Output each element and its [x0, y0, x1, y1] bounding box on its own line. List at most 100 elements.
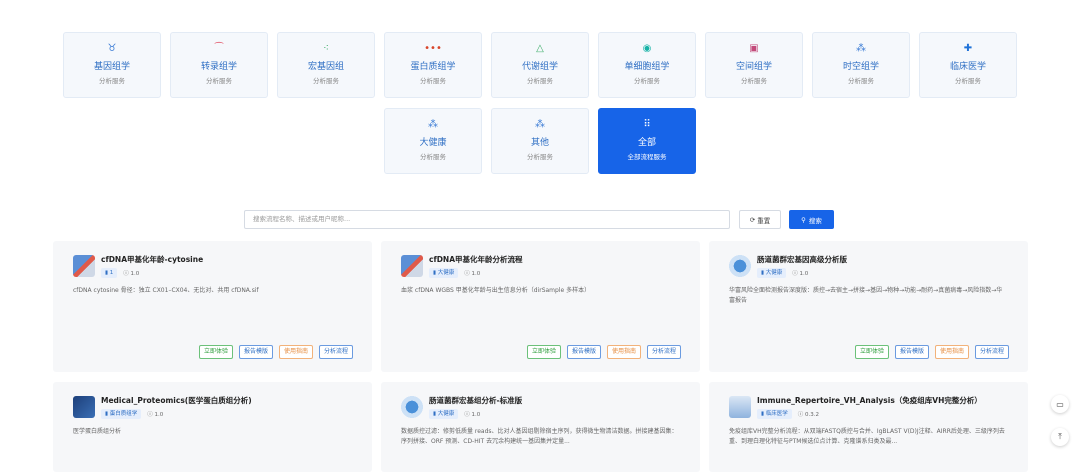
- category-other[interactable]: ⁂ 其他 分析服务: [491, 108, 589, 174]
- version-number: 1.0: [471, 412, 481, 418]
- workflow-card-grid: cfDNA甲基化年龄-cytosine ▮ 1 ⓘ 1.0 cfDNA cytosin…: [53, 241, 1028, 472]
- workflow-card[interactable]: 肠道菌群宏基因高级分析版 ▮ 大健康 ⓘ 1.0 华富风险全面检测报告深度版：质控→去…: [709, 241, 1028, 372]
- card-description: 免疫组库VH完整分析流程：从双端FASTQ质控与合并、IgBLAST V(D)J…: [729, 428, 1005, 445]
- card-header: 肠道菌群宏基组分析-标准版 ▮ 大健康 ⓘ 1.0: [401, 396, 680, 419]
- tag-label: 大健康: [765, 270, 783, 276]
- category-tag: ▮ 大健康: [429, 268, 459, 278]
- version: ⓘ 1.0: [464, 269, 480, 277]
- try-now-button[interactable]: 立即体验: [526, 345, 561, 359]
- category-cell[interactable]: ◉ 单细胞组学分析服务: [598, 32, 696, 98]
- try-now-button[interactable]: 立即体验: [854, 345, 889, 359]
- category-metagenome[interactable]: ⁖ 宏基因组分析服务: [277, 32, 375, 98]
- dna-icon: ♉: [107, 43, 117, 54]
- card-meta: ▮ 1 ⓘ 1.0: [101, 268, 203, 278]
- search-input[interactable]: 搜索流程名称、描述或用户昵称...: [244, 210, 730, 229]
- workflow-card[interactable]: 肠道菌群宏基组分析-标准版 ▮ 大健康 ⓘ 1.0 数据质控过滤：修剪低质量 read…: [381, 382, 700, 472]
- analysis-flow-button[interactable]: 分析流程: [318, 345, 353, 359]
- card-title[interactable]: 肠道菌群宏基因高级分析版: [757, 255, 847, 265]
- card-heading: 肠道菌群宏基因高级分析版 ▮ 大健康 ⓘ 1.0: [757, 255, 847, 278]
- report-template-button[interactable]: 报告模版: [238, 345, 273, 359]
- category-name: 其他: [530, 138, 549, 148]
- category-health[interactable]: ⁂ 大健康 分析服务: [384, 108, 482, 174]
- category-spatial[interactable]: ▣ 空间组学 分析服务: [705, 32, 803, 98]
- category-subtitle: 分析服务: [527, 153, 553, 161]
- card-title[interactable]: cfDNA甲基化年龄-cytosine: [101, 255, 203, 265]
- bacteria-icon: [401, 396, 423, 418]
- card-title[interactable]: Medical_Proteomics(医学蛋白质组分析): [101, 396, 252, 406]
- category-grid[interactable]: ⠿ 全部 全部流程服务: [598, 108, 696, 174]
- search-label: 搜索: [808, 216, 822, 225]
- version-number: 0.3.2: [805, 412, 820, 418]
- card-header: cfDNA甲基化年龄分析流程 ▮ 大健康 ⓘ 1.0: [401, 255, 680, 278]
- category-spatiotemporal[interactable]: ⁂ 时空组学 分析服务: [812, 32, 910, 98]
- category-medical-cross[interactable]: ✚ 临床医学 分析服务: [919, 32, 1017, 98]
- category-subtitle: 分析服务: [741, 77, 767, 85]
- chat-icon[interactable]: ▭: [1051, 395, 1069, 413]
- card-description: 数据质控过滤：修剪低质量 reads、比对人基因组剔除宿主序列，获得微生物清洁数…: [401, 428, 678, 445]
- analysis-flow-button[interactable]: 分析流程: [974, 345, 1009, 359]
- reset-button[interactable]: ⟳ 重置: [739, 210, 781, 229]
- category-tag: ▮ 1: [101, 268, 118, 278]
- card-title[interactable]: cfDNA甲基化年龄分析流程: [429, 255, 523, 265]
- card-meta: ▮ 蛋白质组学 ⓘ 1.0: [101, 409, 252, 419]
- category-flask[interactable]: △ 代谢组学 分析服务: [491, 32, 589, 98]
- category-transcript[interactable]: ⁀ 转录组学 分析服务: [170, 32, 268, 98]
- card-title[interactable]: 肠道菌群宏基组分析-标准版: [429, 396, 522, 406]
- card-description: 医学蛋白质组分析: [73, 428, 122, 435]
- search-icon: ⚲: [801, 215, 806, 224]
- category-name: 宏基因组: [307, 62, 344, 72]
- card-title[interactable]: Immune_Repertoire_VH_Analysis（免疫组库VH完整分析…: [757, 396, 982, 406]
- category-subtitle: 分析服务: [313, 77, 339, 85]
- category-tag: ▮ 大健康: [429, 409, 459, 419]
- user-guide-button[interactable]: 使用指南: [934, 345, 969, 359]
- spatiotemporal-icon: ⁂: [856, 43, 866, 54]
- protein-icon: •••: [424, 43, 442, 54]
- category-tag: ▮ 蛋白质组学: [101, 409, 142, 419]
- grid-icon: ⠿: [643, 119, 651, 130]
- tag-label: 临床医学: [765, 411, 788, 417]
- user-guide-button[interactable]: 使用指南: [278, 345, 313, 359]
- category-subtitle: 分析服务: [420, 153, 446, 161]
- card-heading: cfDNA甲基化年龄-cytosine ▮ 1 ⓘ 1.0: [101, 255, 203, 278]
- workflow-card[interactable]: cfDNA甲基化年龄-cytosine ▮ 1 ⓘ 1.0 cfDNA cytosin…: [53, 241, 372, 372]
- category-subtitle: 全部流程服务: [627, 153, 667, 161]
- card-meta: ▮ 大健康 ⓘ 1.0: [429, 268, 523, 278]
- card-heading: 肠道菌群宏基组分析-标准版 ▮ 大健康 ⓘ 1.0: [429, 396, 522, 419]
- workflow-card[interactable]: Immune_Repertoire_VH_Analysis（免疫组库VH完整分析…: [709, 382, 1028, 472]
- category-protein[interactable]: ••• 蛋白质组学 分析服务: [384, 32, 482, 98]
- methylation-icon: [73, 255, 95, 277]
- metagenome-icon: ⁖: [323, 43, 329, 54]
- report-template-button[interactable]: 报告模版: [894, 345, 929, 359]
- card-heading: Medical_Proteomics(医学蛋白质组分析) ▮ 蛋白质组学 ⓘ 1.0: [101, 396, 252, 419]
- try-now-button[interactable]: 立即体验: [198, 345, 233, 359]
- transcript-icon: ⁀: [214, 43, 224, 54]
- category-subtitle: 分析服务: [848, 77, 874, 85]
- version: ⓘ 1.0: [464, 410, 480, 418]
- workflow-card[interactable]: Medical_Proteomics(医学蛋白质组分析) ▮ 蛋白质组学 ⓘ 1.0…: [53, 382, 372, 472]
- immune-icon: [729, 396, 751, 418]
- version-number: 1.0: [799, 271, 809, 277]
- search-button[interactable]: ⚲ 搜索: [789, 210, 834, 229]
- card-heading: cfDNA甲基化年龄分析流程 ▮ 大健康 ⓘ 1.0: [429, 255, 523, 278]
- methylation-icon: [401, 255, 423, 277]
- category-dna[interactable]: ♉ 基因组学 分析服务: [63, 32, 161, 98]
- tag-label: 大健康: [437, 270, 455, 276]
- analysis-flow-button[interactable]: 分析流程: [646, 345, 681, 359]
- card-actions: 立即体验 报告模版 使用指南 分析流程: [198, 345, 353, 359]
- category-subtitle: 分析服务: [955, 77, 981, 85]
- report-template-button[interactable]: 报告模版: [566, 345, 601, 359]
- card-description: 华富风险全面检测报告深度版：质控→去宿主→拼接→基因→物种→功能→耐药→真菌病毒…: [729, 287, 1003, 304]
- category-subtitle: 分析服务: [420, 77, 446, 85]
- user-guide-button[interactable]: 使用指南: [606, 345, 641, 359]
- workflow-card[interactable]: cfDNA甲基化年龄分析流程 ▮ 大健康 ⓘ 1.0 血浆 cfDNA WGBS 甲基…: [381, 241, 700, 372]
- refresh-icon: ⟳: [749, 215, 756, 224]
- cell-icon: ◉: [642, 43, 652, 54]
- category-tag: ▮ 临床医学: [757, 409, 792, 419]
- category-name: 大健康: [419, 138, 447, 148]
- category-name: 单细胞组学: [624, 62, 670, 72]
- card-meta: ▮ 大健康 ⓘ 1.0: [429, 409, 522, 419]
- back-to-top-icon[interactable]: ⤒: [1051, 428, 1069, 446]
- card-header: Immune_Repertoire_VH_Analysis（免疫组库VH完整分析…: [729, 396, 1008, 419]
- tag-label: 蛋白质组学: [109, 411, 138, 417]
- category-subtitle: 分析服务: [634, 77, 660, 85]
